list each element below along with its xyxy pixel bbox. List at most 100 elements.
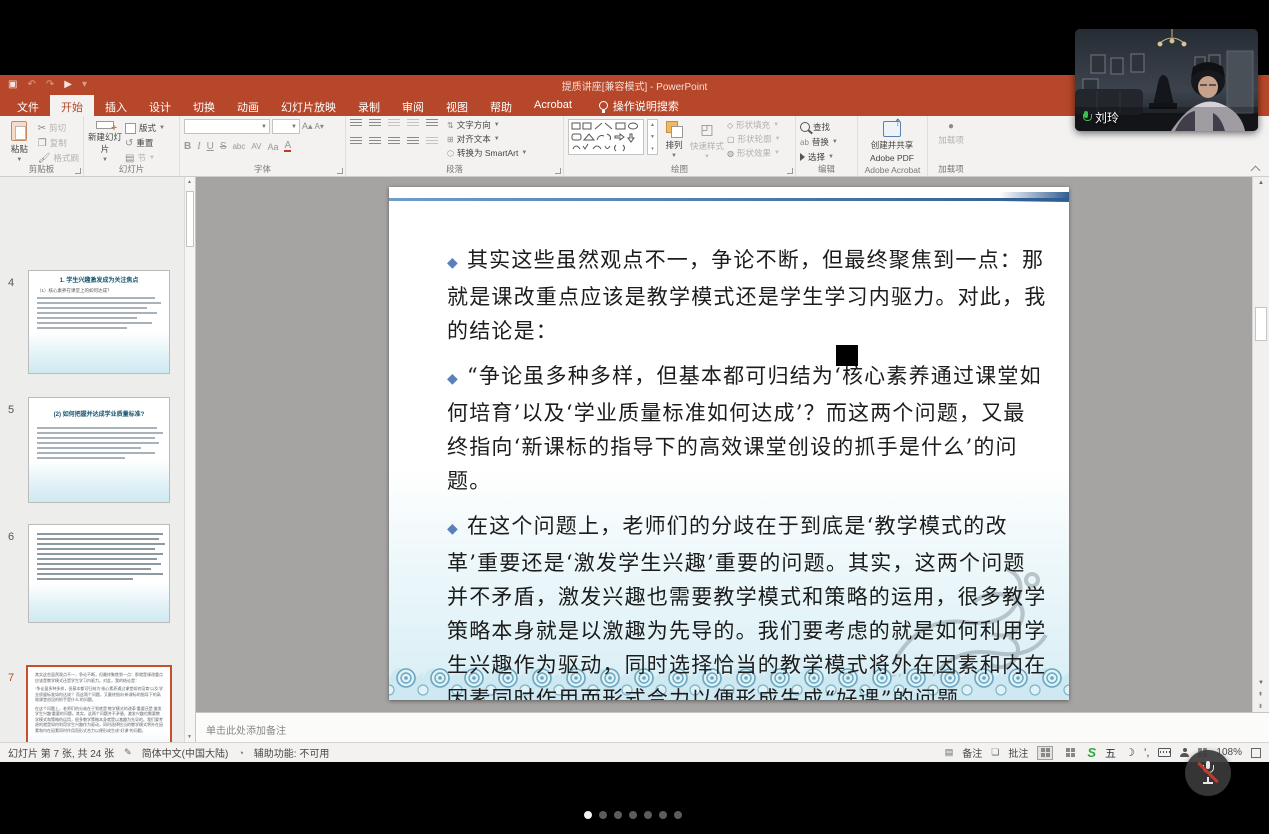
thumbnail-slide-5[interactable]: (2) 如何把握并达成学业质量标准? — [28, 397, 170, 503]
copy-button[interactable]: ❐复制 — [38, 137, 79, 149]
increase-indent-button[interactable] — [407, 119, 419, 128]
align-left-button[interactable] — [350, 137, 362, 146]
scroll-down-icon[interactable]: ▼ — [187, 734, 192, 740]
ime-keyboard-icon[interactable] — [1158, 748, 1171, 757]
mute-microphone-button[interactable] — [1185, 750, 1231, 796]
drawing-dialog-launcher[interactable] — [787, 168, 793, 174]
align-right-button[interactable] — [388, 137, 400, 146]
addins-button[interactable]: ● 加载项 — [932, 119, 970, 163]
next-slide-icon[interactable]: ⇟ — [1258, 703, 1263, 710]
tab-insert[interactable]: 插入 — [94, 95, 138, 116]
pager-dot[interactable] — [644, 811, 652, 819]
align-center-button[interactable] — [369, 137, 381, 146]
slide-body-text[interactable]: ◆其实这些虽然观点不一，争论不断，但最终聚焦到一点：那就是课改重点应该是教学模式… — [447, 243, 1047, 700]
new-slide-button[interactable]: 新建幻灯片▼ — [88, 119, 122, 163]
pager-dot-active[interactable] — [584, 811, 592, 819]
canvas-scrollbar[interactable]: ▲ ▼ ⇞ ⇟ — [1252, 177, 1269, 712]
shape-fill-button[interactable]: ◇形状填充▼ — [727, 119, 781, 131]
fit-slide-icon[interactable] — [1251, 748, 1261, 758]
pager-dot[interactable] — [614, 811, 622, 819]
replace-button[interactable]: ab替换▼ — [800, 136, 838, 148]
cut-button[interactable]: ✂剪切 — [38, 122, 79, 134]
comments-toggle[interactable]: 批注 — [1008, 745, 1028, 760]
pager-dot[interactable] — [659, 811, 667, 819]
current-slide[interactable]: ◆其实这些虽然观点不一，争论不断，但最终聚焦到一点：那就是课改重点应该是教学模式… — [389, 187, 1069, 700]
paragraph-dialog-launcher[interactable] — [555, 168, 561, 174]
tab-slideshow[interactable]: 幻灯片放映 — [270, 95, 347, 116]
font-name-combo[interactable]: ▼ — [184, 119, 270, 134]
tab-file[interactable]: 文件 — [6, 95, 50, 116]
font-dialog-launcher[interactable] — [337, 168, 343, 174]
tab-acrobat[interactable]: Acrobat — [523, 95, 583, 116]
shapes-gallery[interactable] — [568, 119, 644, 155]
collapse-ribbon-icon[interactable] — [1251, 164, 1259, 172]
text-shadow-button[interactable]: abc — [232, 142, 245, 151]
tab-animations[interactable]: 动画 — [226, 95, 270, 116]
reset-button[interactable]: ↺重置 — [125, 137, 165, 149]
tab-record[interactable]: 录制 — [347, 95, 391, 116]
tab-help[interactable]: 帮助 — [479, 95, 523, 116]
thumbnail-slide-6[interactable] — [28, 524, 170, 623]
pager-dot[interactable] — [674, 811, 682, 819]
columns-button[interactable] — [426, 137, 438, 146]
shapes-gallery-scroll[interactable]: ▲▼▾ — [647, 119, 658, 155]
scrollbar-thumb[interactable] — [1255, 307, 1267, 341]
strikethrough-button[interactable]: S — [220, 141, 227, 152]
paste-button[interactable]: 粘贴▼ — [4, 119, 35, 163]
tab-design[interactable]: 设计 — [138, 95, 182, 116]
clipboard-dialog-launcher[interactable] — [75, 168, 81, 174]
accessibility-status[interactable]: 辅助功能: 不可用 — [254, 745, 330, 760]
pager-dot[interactable] — [629, 811, 637, 819]
webcam-tile[interactable]: 刘玲 — [1075, 29, 1258, 131]
change-case-button[interactable]: Aa — [267, 142, 278, 152]
line-spacing-button[interactable] — [426, 119, 438, 128]
thumbnail-slide-4[interactable]: 1. 学生兴趣激发成为关注焦点 （1）核心素养在课堂上的如何达成？ — [28, 270, 170, 374]
create-share-pdf-button[interactable]: 创建并共享 Adobe PDF — [862, 119, 922, 163]
grow-font-button[interactable]: A▴ — [302, 121, 313, 132]
thumbnail-scrollbar[interactable]: ▲ ▼ — [184, 177, 195, 742]
tab-view[interactable]: 视图 — [435, 95, 479, 116]
char-spacing-button[interactable]: AV — [251, 142, 261, 151]
select-button[interactable]: 选择▼ — [800, 151, 838, 163]
bold-button[interactable]: B — [184, 141, 191, 152]
underline-button[interactable]: U — [207, 141, 214, 152]
layout-button[interactable]: 版式▼ — [125, 122, 165, 134]
bullets-button[interactable] — [350, 119, 362, 128]
convert-smartart-button[interactable]: ⬡转换为 SmartArt▼ — [447, 147, 527, 159]
italic-button[interactable]: I — [197, 141, 200, 152]
tab-transitions[interactable]: 切换 — [182, 95, 226, 116]
justify-button[interactable] — [407, 137, 419, 146]
shape-outline-button[interactable]: ▢形状轮廓▼ — [727, 133, 781, 145]
normal-view-button[interactable] — [1037, 746, 1053, 760]
shrink-font-button[interactable]: A▾ — [315, 122, 324, 131]
ime-account-icon[interactable] — [1180, 748, 1189, 757]
tell-me-search[interactable]: 操作说明搜索 — [599, 95, 679, 116]
notes-toggle[interactable]: 备注 — [962, 745, 982, 760]
arrange-button[interactable]: 排列▼ — [661, 119, 687, 163]
find-button[interactable]: 查找 — [800, 121, 838, 133]
language-indicator[interactable]: 简体中文(中国大陆) — [142, 745, 229, 760]
ime-punctuation-icon[interactable]: ’, — [1144, 747, 1150, 759]
numbering-button[interactable] — [369, 119, 381, 128]
previous-slide-icon[interactable]: ⇞ — [1258, 691, 1263, 698]
decrease-indent-button[interactable] — [388, 119, 400, 128]
tab-home[interactable]: 开始 — [50, 95, 94, 116]
ime-wubi-mode[interactable]: 五 — [1105, 745, 1116, 761]
quick-styles-button[interactable]: ◰ 快速样式▼ — [690, 119, 724, 163]
scroll-up-icon[interactable]: ▲ — [187, 179, 192, 185]
notes-pane[interactable]: 单击此处添加备注 — [196, 712, 1269, 742]
sogou-ime-icon[interactable]: S — [1087, 745, 1096, 760]
slide-sorter-view-button[interactable] — [1062, 746, 1078, 760]
align-text-button[interactable]: ⊞对齐文本▼ — [447, 133, 527, 145]
thumbnail-slide-7-current[interactable]: 其实这些虽然观点不一，争论不断，但最终聚焦到一点：那就是课改重点应该是教学模式还… — [26, 665, 172, 742]
pager-dot[interactable] — [599, 811, 607, 819]
scroll-down-icon[interactable]: ▼ — [1258, 680, 1264, 686]
text-direction-button[interactable]: ⇅文字方向▼ — [447, 119, 527, 131]
font-color-button[interactable]: A — [284, 141, 291, 152]
scroll-up-icon[interactable]: ▲ — [1258, 180, 1264, 186]
shape-effects-button[interactable]: ◍形状效果▼ — [727, 147, 781, 159]
scrollbar-thumb[interactable] — [186, 191, 194, 247]
font-size-combo[interactable]: ▼ — [272, 119, 300, 134]
spelling-icon[interactable]: ✎ — [124, 747, 132, 758]
tab-review[interactable]: 审阅 — [391, 95, 435, 116]
